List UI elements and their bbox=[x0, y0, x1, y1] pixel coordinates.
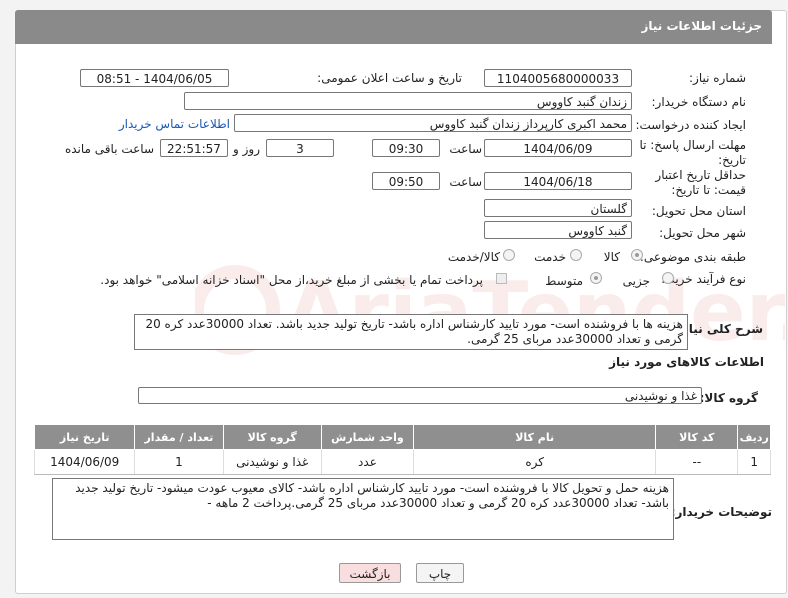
price-time-field: 09:50 bbox=[372, 172, 440, 190]
need-number-label: شماره نیاز: bbox=[689, 71, 746, 85]
reply-deadline-label: مهلت ارسال پاسخ: تا تاریخ: bbox=[639, 138, 746, 167]
creator-field: محمد اکبری کارپرداز زندان گنبد کاووس bbox=[234, 114, 632, 132]
page-title: جزئیات اطلاعات نیاز bbox=[641, 19, 762, 33]
category-label: طبقه بندی موضوعی: bbox=[639, 250, 746, 264]
description-label: شرح کلی نیاز: bbox=[677, 322, 763, 336]
category-option-service: خدمت bbox=[534, 250, 566, 264]
category-radio-goods[interactable] bbox=[631, 249, 643, 261]
cell-unit: عدد bbox=[320, 449, 415, 475]
treasury-checkbox[interactable] bbox=[496, 273, 507, 284]
price-date-field: 1404/06/18 bbox=[484, 172, 632, 190]
col-quantity: تعداد / مقدار bbox=[134, 424, 224, 450]
buyer-notes-label: توضیحات خریدار: bbox=[670, 505, 772, 519]
category-option-goods: کالا bbox=[603, 250, 620, 264]
goods-table-header: ردیف کد کالا نام کالا واحد شمارش گروه کا… bbox=[33, 424, 771, 450]
cell-row: 1 bbox=[737, 449, 771, 475]
announce-label: تاریخ و ساعت اعلان عمومی: bbox=[317, 71, 462, 85]
col-unit: واحد شمارش bbox=[320, 424, 415, 450]
table-row[interactable]: 1 -- کره عدد غذا و نوشیدنی 1 1404/06/09 bbox=[33, 449, 771, 475]
goods-table: ردیف کد کالا نام کالا واحد شمارش گروه کا… bbox=[33, 424, 771, 475]
goods-group-field: غذا و نوشیدنی bbox=[138, 387, 702, 404]
city-label: شهر محل تحویل: bbox=[659, 226, 746, 240]
province-label: استان محل تحویل: bbox=[651, 204, 746, 218]
goods-group-label: گروه کالا: bbox=[699, 391, 758, 405]
remaining-time-label: ساعت باقی مانده bbox=[64, 142, 154, 156]
cell-need-date: 1404/06/09 bbox=[33, 449, 136, 475]
cell-quantity: 1 bbox=[134, 449, 224, 475]
col-group: گروه کالا bbox=[222, 424, 322, 450]
reply-time-field: 09:30 bbox=[372, 139, 440, 157]
buyer-org-label: نام دستگاه خریدار: bbox=[651, 95, 747, 109]
buyer-contact-link[interactable]: اطلاعات تماس خریدار bbox=[119, 117, 230, 131]
category-option-goods-service: کالا/خدمت bbox=[447, 250, 500, 264]
city-field: گنبد کاووس bbox=[484, 221, 632, 239]
category-radio-goods-service[interactable] bbox=[503, 249, 515, 261]
cell-name: کره bbox=[413, 449, 657, 475]
cell-code: -- bbox=[655, 449, 739, 475]
reply-date-field: 1404/06/09 bbox=[484, 139, 632, 157]
announce-datetime-field: 1404/06/05 - 08:51 bbox=[80, 69, 229, 87]
price-time-label: ساعت bbox=[449, 175, 482, 189]
treasury-note: پرداخت تمام یا بخشی از مبلغ خرید،از محل … bbox=[100, 273, 483, 287]
description-text: هزینه ها با فروشنده است- مورد تایید کارش… bbox=[145, 317, 683, 346]
page-header: جزئیات اطلاعات نیاز bbox=[15, 10, 772, 44]
col-code: کد کالا bbox=[655, 424, 739, 450]
col-need-date: تاریخ نیاز bbox=[33, 424, 136, 450]
process-radio-minor[interactable] bbox=[662, 272, 674, 284]
process-radio-medium[interactable] bbox=[590, 272, 602, 284]
creator-label: ایجاد کننده درخواست: bbox=[635, 118, 746, 132]
reply-time-label: ساعت bbox=[449, 142, 482, 156]
buyer-notes-text: هزینه حمل و تحویل کالا با فروشنده است- م… bbox=[75, 481, 669, 510]
province-field: گلستان bbox=[484, 199, 632, 217]
goods-section-title: اطلاعات کالاهای مورد نیاز bbox=[609, 355, 764, 369]
cell-group: غذا و نوشیدنی bbox=[222, 449, 322, 475]
col-name: نام کالا bbox=[413, 424, 657, 450]
need-number-field: 1104005680000033 bbox=[484, 69, 632, 87]
category-radio-service[interactable] bbox=[570, 249, 582, 261]
description-textarea: هزینه ها با فروشنده است- مورد تایید کارش… bbox=[134, 314, 688, 350]
days-field: 3 bbox=[266, 139, 334, 157]
buyer-org-field: زندان گنبد کاووس bbox=[184, 92, 632, 110]
days-label: روز و bbox=[233, 142, 260, 156]
process-option-medium: متوسط bbox=[545, 274, 583, 288]
buyer-notes-textarea: هزینه حمل و تحویل کالا با فروشنده است- م… bbox=[52, 478, 674, 540]
price-deadline-label: حداقل تاریخ اعتبار قیمت: تا تاریخ: bbox=[655, 168, 746, 197]
print-button[interactable]: چاپ bbox=[416, 563, 464, 583]
remaining-time-field: 22:51:57 bbox=[160, 139, 228, 157]
col-row: ردیف bbox=[737, 424, 771, 450]
process-option-minor: جزیی bbox=[622, 274, 650, 288]
back-button[interactable]: بازگشت bbox=[339, 563, 401, 583]
